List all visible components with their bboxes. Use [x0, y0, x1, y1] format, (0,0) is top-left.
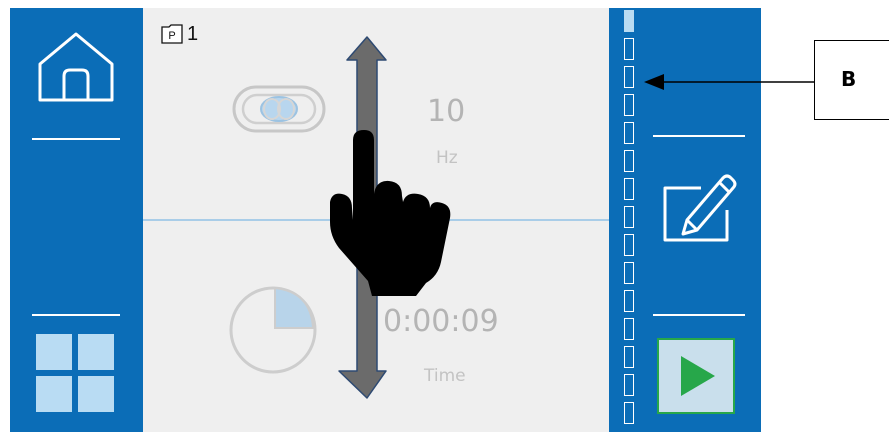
- program-badge-label: P: [168, 30, 175, 42]
- scrollbar-segment[interactable]: [624, 318, 634, 340]
- scrollbar-segment[interactable]: [624, 290, 634, 312]
- frequency-unit: Hz: [436, 148, 458, 168]
- left-sidebar: [10, 8, 143, 432]
- scrollbar-segment[interactable]: [624, 234, 634, 256]
- grid-cell: [36, 376, 72, 412]
- callout-label: B: [841, 67, 857, 91]
- home-button[interactable]: [30, 24, 122, 124]
- right-separator-top: [653, 135, 745, 137]
- device-screen: P 1 10 Hz 0:00:09 Time: [10, 8, 761, 432]
- edit-icon: [663, 174, 737, 242]
- play-icon: [681, 356, 715, 396]
- vibration-mode-icon: [232, 85, 326, 133]
- scrollbar-segment[interactable]: [624, 206, 634, 228]
- scrollbar-segment[interactable]: [624, 38, 634, 60]
- left-separator-bottom: [32, 314, 120, 316]
- edit-button[interactable]: [653, 164, 743, 254]
- program-number: 1: [187, 23, 199, 45]
- grid-cell: [78, 334, 114, 370]
- play-button[interactable]: [657, 338, 735, 414]
- scrollbar-segment[interactable]: [624, 94, 634, 116]
- callout-box: B: [814, 40, 889, 120]
- scrollbar-thumb[interactable]: [624, 10, 634, 32]
- home-icon: [38, 32, 114, 102]
- scrollbar-segment[interactable]: [624, 346, 634, 368]
- section-divider: [143, 219, 609, 221]
- left-separator-top: [32, 138, 120, 140]
- vibration-mode-button[interactable]: [229, 84, 329, 134]
- program-folder-icon: P: [161, 24, 183, 44]
- scrollbar-segment[interactable]: [624, 262, 634, 284]
- timer-button[interactable]: [229, 278, 329, 378]
- time-unit: Time: [424, 366, 466, 386]
- menu-button[interactable]: [36, 334, 116, 414]
- scrollbar-segment[interactable]: [624, 150, 634, 172]
- scrollbar-segment[interactable]: [624, 122, 634, 144]
- time-value: 0:00:09: [383, 304, 499, 339]
- frequency-value: 10: [427, 94, 466, 129]
- right-sidebar: [609, 8, 761, 432]
- grid-cell: [78, 376, 114, 412]
- scrollbar-segment[interactable]: [624, 374, 634, 396]
- main-panel: P 1 10 Hz 0:00:09 Time: [143, 8, 609, 432]
- right-separator-bottom: [653, 314, 745, 316]
- scrollbar-segment[interactable]: [624, 178, 634, 200]
- grid-cell: [36, 334, 72, 370]
- scrollbar-segment[interactable]: [624, 66, 634, 88]
- scrollbar-segment[interactable]: [624, 402, 634, 424]
- timer-icon: [229, 286, 317, 374]
